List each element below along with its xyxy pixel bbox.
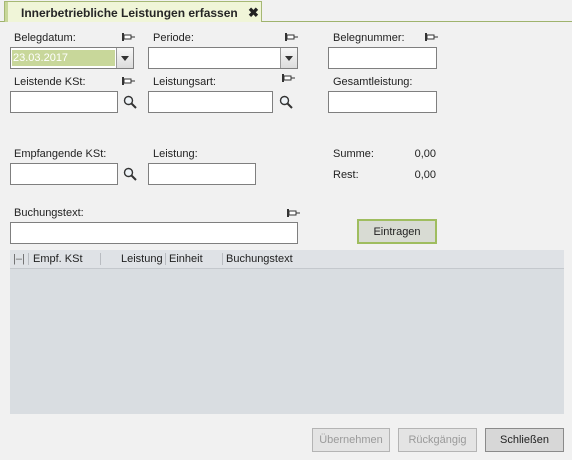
column-resize-handle-icon[interactable]: |–| <box>13 253 25 265</box>
grid-header: |–| Empf. KSt Leistung Einheit Buchungst… <box>10 250 564 269</box>
buchungstext-input[interactable] <box>11 223 297 243</box>
search-icon[interactable] <box>123 167 137 181</box>
pin-icon[interactable] <box>424 32 438 42</box>
column-separator <box>28 253 29 265</box>
leistende-kst-label: Leistende KSt: <box>14 76 86 88</box>
rueckgaengig-button[interactable]: Rückgängig <box>398 428 477 452</box>
belegnummer-label: Belegnummer: <box>333 32 405 44</box>
summe-value: 0,00 <box>414 148 436 160</box>
periode-dropdown[interactable] <box>148 47 298 69</box>
rest-value: 0,00 <box>414 169 436 181</box>
search-icon[interactable] <box>123 95 137 109</box>
periode-label: Periode: <box>153 32 194 44</box>
leistung-label: Leistung: <box>153 148 198 160</box>
chevron-down-icon <box>285 56 293 61</box>
close-icon[interactable]: ✖ <box>248 5 259 21</box>
pin-icon[interactable] <box>286 208 300 218</box>
column-header-leistung[interactable]: Leistung <box>121 253 163 265</box>
leistung-input[interactable] <box>149 164 255 184</box>
pin-icon[interactable] <box>121 76 135 86</box>
tab-title: Innerbetriebliche Leistungen erfassen <box>21 6 238 20</box>
empfangende-kst-input[interactable] <box>11 164 117 184</box>
column-header-einheit[interactable]: Einheit <box>169 253 203 265</box>
column-header-buchungstext[interactable]: Buchungstext <box>226 253 293 265</box>
column-header-empf-kst[interactable]: Empf. KSt <box>33 253 83 265</box>
belegdatum-value[interactable]: 23.03.2017 <box>13 52 68 64</box>
gesamtleistung-label: Gesamtleistung: <box>333 76 413 88</box>
schliessen-button[interactable]: Schließen <box>485 428 564 452</box>
pin-icon[interactable] <box>284 32 298 42</box>
pin-icon[interactable] <box>281 73 295 83</box>
search-icon[interactable] <box>279 95 293 109</box>
leistungsart-field[interactable] <box>148 91 273 113</box>
belegdatum-dropdown-button[interactable] <box>116 48 133 68</box>
column-separator <box>165 253 166 265</box>
leistungsart-input[interactable] <box>149 92 272 112</box>
uebernehmen-button[interactable]: Übernehmen <box>312 428 390 452</box>
eintragen-button[interactable]: Eintragen <box>357 219 437 244</box>
rest-label: Rest: <box>333 169 359 181</box>
pin-icon[interactable] <box>121 32 135 42</box>
buchungstext-field[interactable] <box>10 222 298 244</box>
belegdatum-label: Belegdatum: <box>14 32 76 44</box>
leistende-kst-field[interactable] <box>10 91 118 113</box>
periode-dropdown-button[interactable] <box>280 48 297 68</box>
leistung-field[interactable] <box>148 163 256 185</box>
grid-body[interactable] <box>10 269 564 414</box>
buchungstext-label: Buchungstext: <box>14 207 84 219</box>
column-separator <box>100 253 101 265</box>
belegdatum-dropdown[interactable]: 23.03.2017 <box>10 47 134 69</box>
summe-label: Summe: <box>333 148 374 160</box>
belegnummer-field[interactable] <box>328 47 437 69</box>
leistungsart-label: Leistungsart: <box>153 76 216 88</box>
empfangende-kst-field[interactable] <box>10 163 118 185</box>
leistende-kst-input[interactable] <box>11 92 117 112</box>
belegnummer-input[interactable] <box>329 48 436 68</box>
tab-accent <box>5 2 8 22</box>
gesamtleistung-input[interactable] <box>329 92 436 112</box>
column-separator <box>222 253 223 265</box>
gesamtleistung-field[interactable] <box>328 91 437 113</box>
chevron-down-icon <box>121 56 129 61</box>
tab-innerbetriebliche-leistungen[interactable]: Innerbetriebliche Leistungen erfassen ✖ <box>4 1 262 22</box>
empfangende-kst-label: Empfangende KSt: <box>14 148 107 160</box>
